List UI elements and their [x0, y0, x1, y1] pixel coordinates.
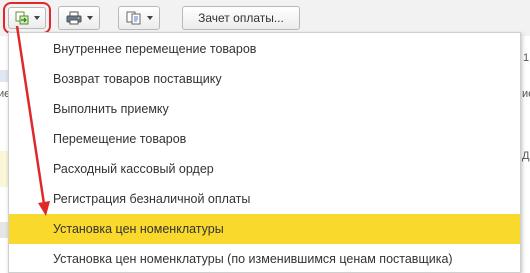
menu-item-perform-receipt[interactable]: Выполнить приемку	[9, 94, 520, 124]
background-form-right-edge: 1. ие Д	[521, 36, 530, 273]
bg-right-text: 1.	[523, 52, 530, 64]
bg-row	[0, 70, 8, 82]
toolbar: Зачет оплаты...	[0, 0, 530, 36]
payment-offset-label: Зачет оплаты...	[198, 11, 284, 25]
bg-row	[0, 222, 8, 238]
documents-icon	[126, 11, 140, 25]
create-based-on-menu: Внутреннее перемещение товаров Возврат т…	[8, 32, 521, 273]
menu-item-internal-transfer[interactable]: Внутреннее перемещение товаров	[9, 34, 520, 64]
menu-item-set-item-prices[interactable]: Установка цен номенклатуры	[9, 214, 520, 244]
menu-item-set-item-prices-by-supplier[interactable]: Установка цен номенклатуры (по изменивши…	[9, 244, 520, 273]
chevron-down-icon	[33, 16, 40, 20]
menu-item-noncash-payment-registration[interactable]: Регистрация безналичной оплаты	[9, 184, 520, 214]
payment-offset-button[interactable]: Зачет оплаты...	[182, 6, 300, 30]
menu-item-return-to-supplier[interactable]: Возврат товаров поставщику	[9, 64, 520, 94]
menu-item-goods-transfer[interactable]: Перемещение товаров	[9, 124, 520, 154]
bg-right-text: ие	[522, 88, 530, 100]
printer-icon	[66, 11, 81, 25]
print-button[interactable]	[58, 6, 100, 30]
bg-right-text: Д	[522, 150, 530, 162]
background-form-left-edge: ие	[0, 36, 10, 273]
menu-item-cash-outflow-order[interactable]: Расходный кассовый ордер	[9, 154, 520, 184]
related-documents-button[interactable]	[118, 6, 160, 30]
chevron-down-icon	[146, 16, 153, 20]
screen: Зачет оплаты... ие 1. ие Д Внутреннее пе…	[0, 0, 530, 273]
create-based-on-button[interactable]	[3, 2, 51, 34]
create-based-on-icon	[15, 11, 28, 25]
bg-row	[0, 151, 8, 187]
chevron-down-icon	[86, 16, 93, 20]
